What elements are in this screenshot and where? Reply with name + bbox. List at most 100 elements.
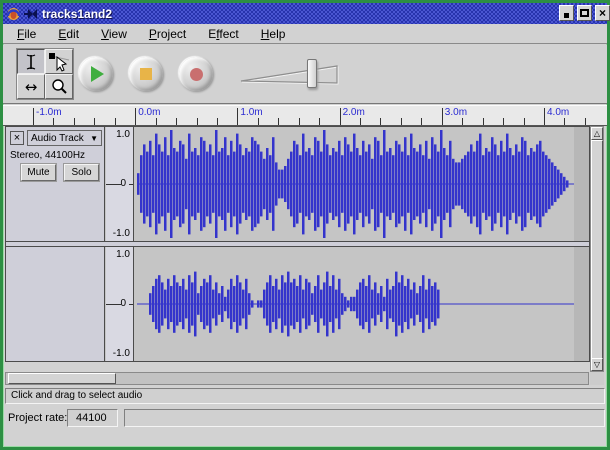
- maximize-icon: [580, 9, 589, 17]
- ruler-minor-tick: [156, 118, 157, 125]
- envelope-cursor-icon: [48, 52, 70, 72]
- audacity-window: tracks1and2 × File Edit View Project Effect H…: [0, 0, 610, 450]
- stop-button[interactable]: [129, 57, 163, 91]
- ruler-minor-tick: [299, 118, 300, 125]
- ruler-major-tick: [340, 108, 341, 125]
- solo-button[interactable]: Solo: [64, 164, 99, 181]
- scale-bottom-label: -1.0: [113, 228, 130, 239]
- zero-line-tick: [106, 304, 121, 305]
- minimize-button[interactable]: [559, 5, 574, 21]
- vertical-scale-ch2: 1.0 0 -1.0: [106, 247, 134, 361]
- ruler-minor-tick: [217, 118, 218, 125]
- waveform-channel-1[interactable]: [135, 127, 590, 241]
- status-panel-empty: [124, 409, 605, 427]
- selection-tool[interactable]: [17, 49, 45, 74]
- menu-item-help[interactable]: Help: [253, 25, 294, 43]
- ruler-minor-tick: [258, 118, 259, 125]
- vertical-scrollbar[interactable]: △ ▽: [590, 126, 604, 372]
- magnifier-icon: [50, 78, 68, 96]
- ruler-minor-tick: [94, 118, 95, 125]
- ruler-minor-tick: [564, 118, 565, 125]
- scale-bottom-label: -1.0: [113, 348, 130, 359]
- mute-button[interactable]: Mute: [21, 164, 56, 181]
- maximize-button[interactable]: [577, 5, 592, 21]
- after-clip-region: [574, 247, 590, 361]
- ruler-label: -1.0m: [36, 107, 62, 118]
- track-menu-dropdown[interactable]: Audio Track ▼: [27, 130, 102, 146]
- ruler-major-tick: [135, 108, 136, 125]
- after-clip-region: [574, 127, 590, 241]
- zoom-tool[interactable]: [45, 74, 73, 99]
- ruler-minor-tick: [176, 118, 177, 125]
- record-button[interactable]: [179, 57, 213, 91]
- play-button[interactable]: [79, 57, 113, 91]
- zero-dash: [129, 184, 133, 185]
- waveform-svg-ch1: [137, 127, 574, 241]
- scrollbar-corner: [590, 372, 604, 385]
- ruler-minor-tick: [115, 118, 116, 125]
- scale-top-label: 1.0: [116, 129, 130, 140]
- ruler-minor-tick: [197, 118, 198, 125]
- track-format-label: Stereo, 44100Hz: [10, 150, 85, 161]
- ruler-major-tick: [442, 108, 443, 125]
- track-title: Audio Track: [28, 133, 90, 144]
- window-title: tracks1and2: [42, 7, 112, 21]
- timeline-ruler[interactable]: -1.0m0.0m1.0m2.0m3.0m4.0m: [3, 105, 607, 126]
- ruler-minor-tick: [278, 118, 279, 125]
- ruler-minor-tick: [380, 118, 381, 125]
- time-shift-tool[interactable]: ↔: [17, 74, 45, 99]
- ruler-minor-tick: [503, 118, 504, 125]
- scale-mid-label: 0: [120, 178, 126, 189]
- ruler-major-tick: [33, 108, 34, 125]
- menu-item-edit[interactable]: Edit: [50, 25, 87, 43]
- ruler-label: 4.0m: [547, 107, 569, 118]
- ruler-minor-tick: [585, 118, 586, 125]
- zero-line-tick: [106, 184, 121, 185]
- ruler-minor-tick: [319, 118, 320, 125]
- envelope-tool[interactable]: [45, 49, 73, 74]
- waveform-channel-2[interactable]: [135, 247, 590, 361]
- stop-icon: [140, 68, 152, 80]
- menu-item-effect[interactable]: Effect: [200, 25, 246, 43]
- project-rate-label: Project rate:: [8, 412, 67, 424]
- horizontal-scrollbar-thumb[interactable]: [8, 373, 116, 384]
- ruler-label: 1.0m: [240, 107, 262, 118]
- title-bar[interactable]: tracks1and2 ×: [3, 3, 607, 24]
- scale-top-label: 1.0: [116, 249, 130, 260]
- chevron-down-icon: ▼: [90, 134, 101, 143]
- down-arrow-icon: ▽: [594, 360, 600, 369]
- up-arrow-icon: △: [594, 129, 600, 138]
- status-bar: Click and drag to select audio: [5, 388, 605, 404]
- track-close-button[interactable]: ×: [10, 131, 24, 145]
- ruler-minor-tick: [524, 118, 525, 125]
- volume-slider-track[interactable]: [240, 57, 340, 91]
- vertical-scrollbar-thumb[interactable]: [591, 140, 603, 360]
- minimize-icon: [564, 13, 569, 18]
- ruler-minor-tick: [360, 118, 361, 125]
- ruler-major-tick: [237, 108, 238, 125]
- menu-item-project[interactable]: Project: [141, 25, 194, 43]
- tool-palette: ↔: [16, 48, 74, 100]
- volume-slider-thumb[interactable]: [307, 59, 317, 88]
- zero-dash: [129, 304, 133, 305]
- i-beam-icon: [23, 53, 39, 71]
- menu-item-view[interactable]: View: [93, 25, 135, 43]
- record-icon: [190, 68, 203, 81]
- ruler-minor-tick: [401, 118, 402, 125]
- ruler-label: 0.0m: [138, 107, 160, 118]
- double-arrow-icon: ↔: [25, 78, 38, 96]
- ruler-minor-tick: [53, 118, 54, 125]
- menu-item-file[interactable]: File: [9, 25, 44, 43]
- project-rate-value[interactable]: 44100: [67, 409, 118, 427]
- close-icon: ×: [599, 8, 606, 18]
- vertical-scale-ch1: 1.0 0 -1.0: [106, 127, 134, 241]
- horizontal-scrollbar[interactable]: [5, 372, 589, 385]
- scroll-down-button[interactable]: ▽: [591, 358, 603, 371]
- ruler-label: 3.0m: [445, 107, 467, 118]
- close-button[interactable]: ×: [595, 5, 610, 21]
- play-icon: [91, 66, 104, 82]
- ruler-minor-tick: [462, 118, 463, 125]
- scroll-up-button[interactable]: △: [591, 127, 603, 140]
- audacity-logo-icon: [6, 6, 21, 21]
- menu-bar: File Edit View Project Effect Help: [3, 24, 607, 44]
